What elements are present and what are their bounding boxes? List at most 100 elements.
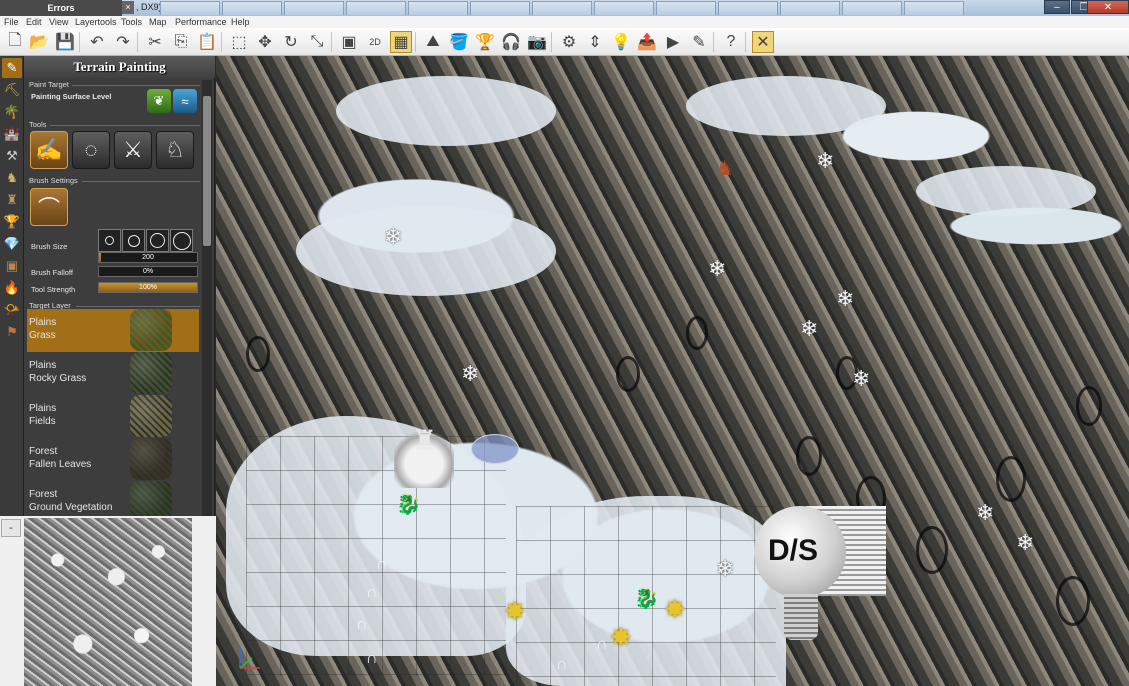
trophy-icon[interactable]: 🏆 xyxy=(474,31,496,53)
browser-tab[interactable] xyxy=(470,1,530,15)
toolbar-separator xyxy=(551,32,552,52)
surface-level-button[interactable]: ❦ xyxy=(147,89,171,113)
copy-icon[interactable]: ⎘ xyxy=(170,31,192,53)
menu-bar: File Edit View Layertools Tools Map Perf… xyxy=(0,16,1129,28)
flag-icon[interactable]: ⚑ xyxy=(2,322,22,342)
hammer-icon[interactable]: ⚒ xyxy=(2,146,22,166)
target-layer-item[interactable]: Plains Rocky Grass xyxy=(27,352,199,395)
crossed-swords-tool[interactable]: ⚔ xyxy=(114,131,152,169)
undo-icon[interactable]: ↶ xyxy=(86,31,108,53)
chest-icon[interactable]: ▣ xyxy=(2,256,22,276)
move-icon[interactable]: ✥ xyxy=(254,31,276,53)
lightbulb-icon[interactable]: 💡 xyxy=(610,31,632,53)
pickaxe-icon[interactable]: ⛏ xyxy=(2,80,22,100)
terrain-bump xyxy=(686,316,708,350)
rotate-icon[interactable]: ↻ xyxy=(280,31,302,53)
browser-tab[interactable] xyxy=(408,1,468,15)
tools-active-icon[interactable]: ✕ xyxy=(752,31,774,53)
browser-tab[interactable] xyxy=(222,1,282,15)
terrain-icon[interactable]: ⛰ xyxy=(422,31,444,53)
grid-icon[interactable]: ▦ xyxy=(390,31,412,53)
open-folder-icon[interactable]: 📂 xyxy=(28,31,50,53)
browser-tab[interactable] xyxy=(904,1,964,15)
paint-bucket-icon[interactable]: 🪣 xyxy=(448,31,470,53)
brush-size-medium-button[interactable] xyxy=(122,229,145,252)
water-level-button[interactable]: ≈ xyxy=(173,89,197,113)
scale-icon[interactable]: ⤡ xyxy=(306,31,328,53)
divider xyxy=(82,181,200,182)
building-icon[interactable]: 🏰 xyxy=(2,124,22,144)
menu-edit[interactable]: Edit xyxy=(26,16,42,28)
menu-map[interactable]: Map xyxy=(149,16,167,28)
map-viewport[interactable]: ❄ ❄ ❄ ❄ ❄ ❄ ❄ ❄ ❄ ❄ ♜ 🐉 🐉 ♞ ✸ ✸ ✸ ∩ ∩ ∩ … xyxy=(216,56,1129,686)
paint-brush-tool[interactable]: ✍ xyxy=(30,131,68,169)
hero-icon[interactable]: ♞ xyxy=(2,168,22,188)
crystal-icon[interactable]: 💎 xyxy=(2,234,22,254)
creature-icon[interactable]: ♜ xyxy=(2,190,22,210)
browser-tab[interactable] xyxy=(284,1,344,15)
save-icon[interactable]: 💾 xyxy=(54,31,76,53)
tree-icon[interactable]: 🌴 xyxy=(2,102,22,122)
camera-icon[interactable]: 📷 xyxy=(526,31,548,53)
select-area-tool[interactable]: ◌ xyxy=(72,131,110,169)
close-button[interactable]: ✕ xyxy=(1087,0,1129,14)
menu-performance[interactable]: Performance xyxy=(175,16,227,28)
new-file-icon[interactable]: 🗋 xyxy=(4,31,26,53)
browser-tab[interactable] xyxy=(780,1,840,15)
minimap[interactable] xyxy=(24,518,192,686)
horn-icon[interactable]: 📯 xyxy=(2,300,22,320)
red-dragon-unit[interactable]: 🐉 xyxy=(396,492,421,517)
target-layer-item[interactable]: Plains Grass xyxy=(27,309,199,352)
brush-shape-button[interactable]: ⌒ xyxy=(30,188,68,226)
brush-size-slider[interactable]: 200 xyxy=(98,252,198,263)
artifact-icon[interactable]: 🏆 xyxy=(2,212,22,232)
browser-tab[interactable] xyxy=(594,1,654,15)
brush-size-xlarge-button[interactable] xyxy=(170,229,193,252)
browser-tab[interactable] xyxy=(532,1,592,15)
minimap-toggle-button[interactable]: - xyxy=(1,519,21,537)
settings-icon[interactable]: ⚙ xyxy=(558,31,580,53)
play-icon[interactable]: ▶ xyxy=(662,31,684,53)
lake xyxy=(471,434,519,464)
select-icon[interactable]: ⬚ xyxy=(228,31,250,53)
target-layer-item[interactable]: Forest Fallen Leaves xyxy=(27,438,199,481)
minimize-button[interactable]: – xyxy=(1044,0,1070,14)
browser-tab[interactable] xyxy=(656,1,716,15)
errors-tab[interactable]: Errors xyxy=(0,0,122,16)
edit-icon[interactable]: ✎ xyxy=(688,31,710,53)
brush-size-large-button[interactable] xyxy=(146,229,169,252)
browser-tab[interactable] xyxy=(842,1,902,15)
terrain-brush-icon[interactable]: ✎ xyxy=(2,58,22,78)
menu-view[interactable]: View xyxy=(49,16,68,28)
brush-size-small-button[interactable] xyxy=(98,229,121,252)
resource-star[interactable]: ✸ xyxy=(610,622,632,653)
target-layer-item[interactable]: Plains Fields xyxy=(27,395,199,438)
fire-icon[interactable]: 🔥 xyxy=(2,278,22,298)
scroll-thumb[interactable] xyxy=(203,96,211,246)
resource-star[interactable]: ✸ xyxy=(664,594,686,625)
arrows-icon[interactable]: ⇕ xyxy=(584,31,606,53)
hero-unit[interactable]: ♞ xyxy=(716,156,734,181)
headset-icon[interactable]: 🎧 xyxy=(500,31,522,53)
view-2d-icon[interactable]: 2D xyxy=(364,31,386,53)
paste-icon[interactable]: 📋 xyxy=(196,31,218,53)
export-icon[interactable]: 📤 xyxy=(636,31,658,53)
browser-tab[interactable] xyxy=(718,1,778,15)
menu-file[interactable]: File xyxy=(4,16,19,28)
brush-falloff-slider[interactable]: 0% xyxy=(98,266,198,277)
tool-strength-slider[interactable]: 100% xyxy=(98,282,198,293)
resource-star[interactable]: ✸ xyxy=(504,596,526,627)
menu-help[interactable]: Help xyxy=(231,16,250,28)
redo-icon[interactable]: ↷ xyxy=(112,31,134,53)
red-dragon-unit[interactable]: 🐉 xyxy=(634,586,659,611)
view-3d-icon[interactable]: ▣ xyxy=(338,31,360,53)
menu-layertools[interactable]: Layertools xyxy=(75,16,117,28)
browser-tab[interactable] xyxy=(160,1,220,15)
help-icon[interactable]: ? xyxy=(720,31,742,53)
errors-close-icon[interactable]: × xyxy=(122,1,134,14)
panel-scrollbar[interactable] xyxy=(202,80,212,516)
menu-tools[interactable]: Tools xyxy=(121,16,142,28)
cut-icon[interactable]: ✂ xyxy=(144,31,166,53)
browser-tab[interactable] xyxy=(346,1,406,15)
horse-rider-tool[interactable]: ♘ xyxy=(156,131,194,169)
